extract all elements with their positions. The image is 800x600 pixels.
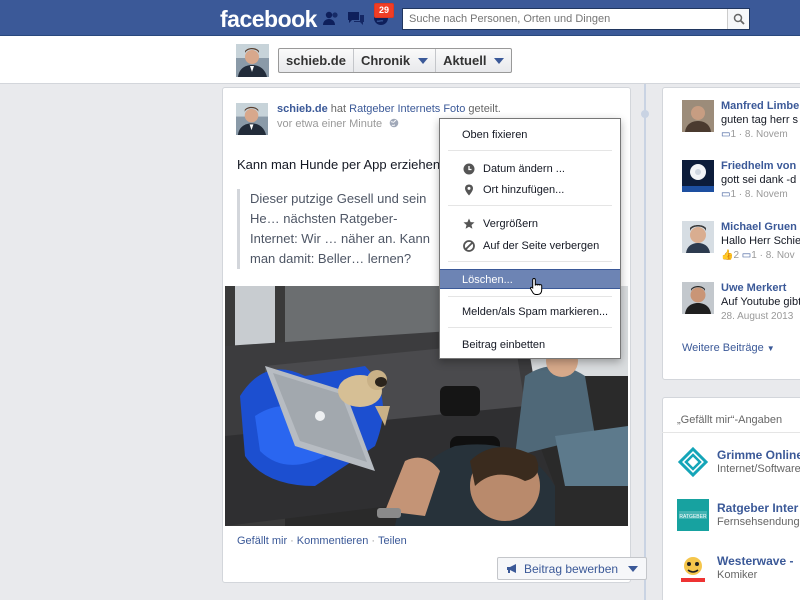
menu-item-embed[interactable]: Beitrag einbetten (440, 335, 620, 355)
user-avatar (682, 282, 714, 314)
clock-icon (463, 163, 475, 175)
liked-page-item[interactable]: RATGEBER Ratgeber Inter Fernsehsendung (677, 499, 800, 539)
menu-item-enlarge[interactable]: Vergrößern (440, 214, 620, 234)
user-avatar (682, 160, 714, 192)
comment-link[interactable]: Kommentieren (297, 535, 369, 547)
hand-cursor-icon (529, 277, 543, 295)
profile-name-button[interactable]: schieb.de (279, 49, 354, 72)
svg-text:RATGEBER: RATGEBER (679, 514, 707, 520)
liked-page-item[interactable]: Grimme Online Internet/Software (677, 446, 800, 486)
chevron-down-icon (418, 57, 429, 64)
comment-icon: ▭ (741, 250, 752, 261)
page-logo (677, 552, 709, 584)
post-options-menu: Oben fixieren Datum ändern ... Ort hinzu… (439, 118, 621, 359)
menu-item-pin[interactable]: Oben fixieren (440, 125, 620, 145)
post-header: schieb.de hat Ratgeber Internets Foto ge… (277, 103, 501, 115)
timeline-nav: schieb.de Chronik Aktuell (278, 48, 513, 73)
post-actions: Gefällt mir · Kommentieren · Teilen (237, 535, 407, 547)
star-icon (463, 218, 475, 229)
like-thumb-icon: 👍 (721, 250, 734, 261)
friend-requests-icon[interactable] (322, 10, 340, 26)
facebook-logo[interactable]: facebook (220, 6, 317, 33)
activity-item[interactable]: Friedhelm von gott sei dank -d ▭1 · 8. N… (682, 160, 800, 215)
user-avatar (682, 221, 714, 253)
likes-card-title: „Gefällt mir“-Angaben (677, 414, 783, 426)
post-timestamp[interactable]: vor etwa einer Minute (277, 118, 399, 130)
chevron-down-icon (494, 57, 505, 64)
post-author-link[interactable]: schieb.de (277, 103, 328, 115)
megaphone-icon (507, 564, 516, 573)
messages-icon[interactable] (347, 10, 365, 26)
profile-avatar[interactable] (236, 44, 269, 77)
chevron-down-icon: ▼ (766, 344, 775, 353)
menu-item-report-spam[interactable]: Melden/als Spam markieren... (440, 302, 620, 322)
share-link[interactable]: Teilen (378, 535, 407, 547)
timeline-line (644, 84, 646, 600)
menu-item-add-location[interactable]: Ort hinzufügen... (440, 180, 620, 200)
search-icon (733, 13, 745, 25)
aktuell-dropdown[interactable]: Aktuell (436, 49, 511, 72)
post-quote: Dieser putzige Gesell und sein He… nächs… (237, 189, 442, 269)
more-posts-link[interactable]: Weitere Beiträge ▼ (682, 342, 775, 354)
liked-page-item[interactable]: Westerwave - Komiker (677, 552, 800, 592)
activity-item[interactable]: Manfred Limbe guten tag herr s ▭1 · 8. N… (682, 100, 800, 155)
location-pin-icon (465, 184, 473, 196)
menu-item-change-date[interactable]: Datum ändern ... (440, 159, 620, 179)
activity-item[interactable]: Uwe Merkert Auf Youtube gibt 28. August … (682, 282, 800, 337)
activity-item[interactable]: Michael Gruen Hallo Herr Schieb 👍2 ▭1 · … (682, 221, 800, 276)
chronik-dropdown[interactable]: Chronik (354, 49, 437, 72)
post-title: Kann man Hunde per App erziehen? (237, 157, 448, 172)
post-author-avatar[interactable] (236, 103, 268, 135)
menu-item-hide[interactable]: Auf der Seite verbergen (440, 236, 620, 256)
user-avatar (682, 100, 714, 132)
globe-privacy-icon (389, 118, 399, 128)
search-input[interactable] (403, 9, 728, 29)
search-button[interactable] (727, 9, 749, 29)
timeline-dot (641, 110, 649, 118)
like-link[interactable]: Gefällt mir (237, 535, 287, 547)
chevron-down-icon (628, 565, 639, 572)
notification-count-badge: 29 (374, 3, 395, 18)
hide-icon (463, 240, 475, 252)
page-logo: RATGEBER (677, 499, 709, 531)
promote-post-button[interactable]: Beitrag bewerben (497, 557, 648, 580)
search-box (402, 8, 750, 30)
page-logo (677, 446, 709, 478)
shared-source-link[interactable]: Ratgeber Internets Foto (349, 103, 465, 115)
